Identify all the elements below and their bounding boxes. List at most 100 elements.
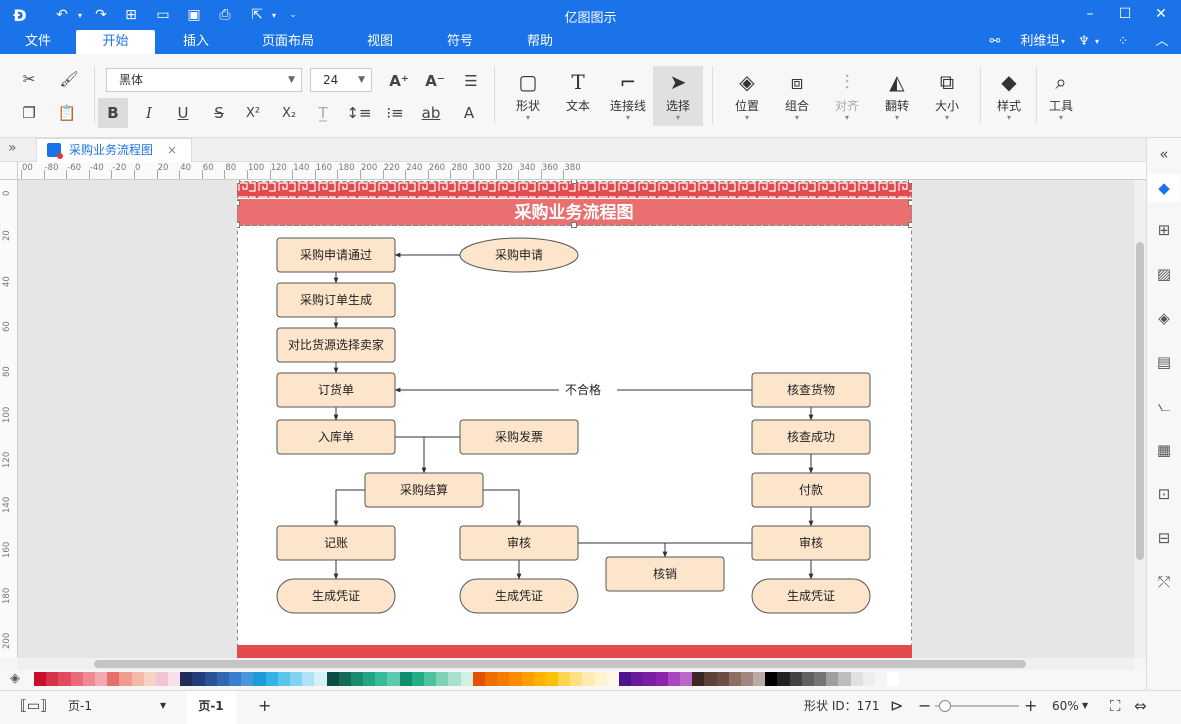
color-swatch[interactable] [606,672,619,686]
position-button[interactable]: ◈ 位置 ▾ [722,66,772,126]
node-label-audit-right[interactable]: 审核 [799,535,823,550]
color-swatch[interactable] [411,672,424,686]
color-swatch[interactable] [363,672,376,686]
color-swatch[interactable] [387,672,400,686]
color-swatch[interactable] [241,672,254,686]
flip-button[interactable]: ◭ 翻转 ▾ [872,66,922,126]
color-swatch[interactable] [326,672,339,686]
text-case-icon[interactable]: T̲ [308,98,338,128]
color-swatch[interactable] [862,672,875,686]
strikethrough-button[interactable]: S [204,98,234,128]
color-swatch[interactable] [460,672,473,686]
color-swatch[interactable] [289,672,303,686]
symbol-library-icon[interactable]: ⊞ [1154,220,1174,240]
node-label-order-generated[interactable]: 采购订单生成 [300,292,372,307]
layers-panel-icon[interactable]: ◈ [1154,308,1174,328]
play-icon[interactable]: ⊳ [890,691,903,724]
page-select[interactable]: 页-1 [68,691,92,724]
vertical-scroll-thumb[interactable] [1136,242,1144,560]
maximize-icon[interactable]: ☐ [1110,3,1140,25]
node-label-inbound-sheet[interactable]: 入库单 [318,429,354,444]
increase-font-icon[interactable]: A⁺ [384,66,414,96]
fit-width-icon[interactable]: ⇔ [1134,691,1147,724]
color-swatch[interactable] [850,672,863,686]
menu-home[interactable]: 开始 [76,30,155,54]
node-label-purchase-request[interactable]: 采购申请 [495,247,543,262]
collapse-ribbon-icon[interactable]: ︿ [1152,30,1172,54]
fill-style-icon[interactable]: ◆ [1148,174,1180,202]
zoom-out-icon[interactable]: − [918,691,931,724]
close-tab-icon[interactable]: × [167,139,177,161]
color-swatch[interactable] [448,672,461,686]
color-swatch[interactable] [594,672,607,686]
cut-icon[interactable]: ✂ [14,64,44,94]
copy-icon[interactable]: ❐ [14,98,44,128]
decrease-font-icon[interactable]: A⁻ [420,66,450,96]
close-window-icon[interactable]: ✕ [1146,3,1176,25]
color-swatch[interactable] [424,672,437,686]
color-swatch[interactable] [338,672,351,686]
user-dropdown-icon[interactable]: ▾ [1058,30,1068,54]
node-label-check-success[interactable]: 核查成功 [787,430,835,444]
diagram-page[interactable]: 采购业务流程图 不合格 采购申请通过 采购申请 采购订单生成 对比货源选择卖家 订货单 核查货… [237,180,912,658]
node-label-voucher-2[interactable]: 生成凭证 [495,588,543,603]
color-swatch[interactable] [155,672,169,686]
horizontal-scrollbar[interactable] [18,658,1134,670]
color-swatch[interactable] [777,672,790,686]
color-swatch[interactable] [34,672,47,686]
color-swatch[interactable] [643,672,656,686]
color-swatch[interactable] [58,672,71,686]
add-page-button[interactable]: + [258,691,271,724]
color-swatch[interactable] [302,672,315,686]
color-swatch[interactable] [119,672,132,686]
select-button[interactable]: ➤ 选择 ▾ [653,66,703,126]
tools-button[interactable]: ⌕ 工具 ▾ [1036,66,1086,126]
color-swatch[interactable] [692,672,705,686]
font-color-icon[interactable]: ab [416,98,446,128]
size-button[interactable]: ⧉ 大小 ▾ [922,66,972,126]
node-label-compare-sources[interactable]: 对比货源选择卖家 [288,337,384,352]
bullet-list-icon[interactable]: ⁝≡ [380,98,410,128]
italic-button[interactable]: I [134,98,164,128]
color-swatch[interactable] [168,672,181,686]
color-swatch[interactable] [716,672,729,686]
color-swatch[interactable] [874,672,888,686]
color-swatch[interactable] [82,672,95,686]
shirt-icon[interactable]: ♆ [1074,30,1094,54]
format-panel-icon[interactable]: ⊟ [1154,528,1174,548]
text-button[interactable]: T 文本 [553,66,603,126]
menu-symbol[interactable]: 符号 [436,30,484,54]
apps-grid-icon[interactable]: ⁘ [1112,30,1134,54]
user-name[interactable]: 利维坦 [1016,30,1064,54]
paragraph-align-icon[interactable]: ☰ [456,66,486,96]
color-swatch[interactable] [192,672,205,686]
subscript-button[interactable]: X₂ [274,98,304,128]
color-swatch[interactable] [814,672,827,686]
color-swatch[interactable] [704,672,717,686]
color-swatch[interactable] [375,672,388,686]
color-swatch[interactable] [789,672,802,686]
text-style-icon[interactable]: A [454,98,484,128]
page-tab[interactable]: 页-1 [186,691,236,724]
drawing-canvas[interactable]: 采购业务流程图 不合格 采购申请通过 采购申请 采购订单生成 对比货源选择卖家 订货单 核查货… [18,180,1134,658]
align-button[interactable]: ⫶ 对齐 ▾ [822,66,872,126]
node-label-voucher-1[interactable]: 生成凭证 [312,588,360,603]
color-swatch[interactable] [131,672,144,686]
page-select-dropdown-icon[interactable]: ▼ [160,691,166,724]
color-swatch[interactable] [204,672,217,686]
node-label-request-approved[interactable]: 采购申请通过 [300,247,372,262]
horizontal-scroll-thumb[interactable] [94,660,1026,668]
color-swatch[interactable] [728,672,741,686]
color-swatch[interactable] [265,672,278,686]
color-swatch[interactable] [679,672,693,686]
paste-icon[interactable]: 📋 [52,98,82,128]
color-swatch[interactable] [253,672,266,686]
color-swatch[interactable] [229,672,242,686]
flowchart-svg[interactable]: 采购业务流程图不合格 采购申请通过 采购申请采购订单生成对比货源选择卖家订货单 核查货… [237,180,912,658]
color-swatch[interactable] [631,672,644,686]
color-swatch[interactable] [509,672,522,686]
color-swatch[interactable] [533,672,546,686]
style-button[interactable]: ◆ 样式 ▾ [984,66,1034,126]
underline-button[interactable]: U [168,98,198,128]
color-swatch[interactable] [667,672,680,686]
